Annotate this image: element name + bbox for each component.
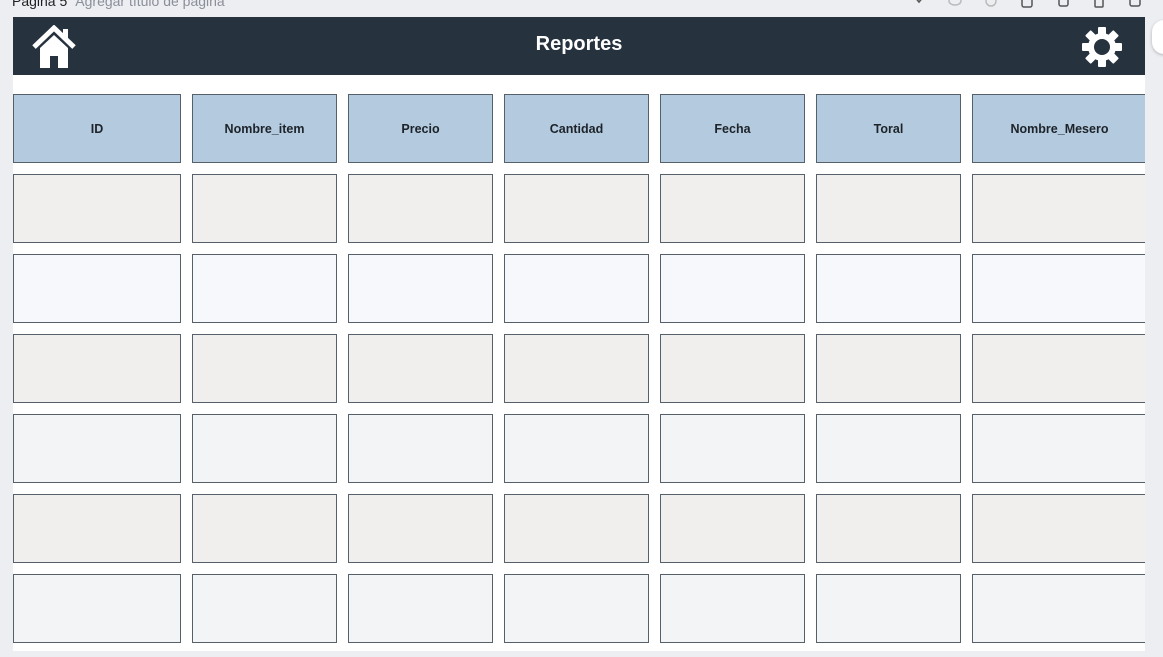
table-cell[interactable] xyxy=(13,494,181,563)
column-header[interactable]: ID xyxy=(13,94,181,163)
column-header[interactable]: Nombre_Mesero xyxy=(972,94,1145,163)
table-cell[interactable] xyxy=(504,414,649,483)
table-cell[interactable] xyxy=(972,174,1145,243)
table-cell[interactable] xyxy=(972,414,1145,483)
design-page: Reportes ID Nombre_item Precio Cantidad Fech… xyxy=(13,17,1145,651)
duplicate-page-icon[interactable] xyxy=(1055,0,1071,8)
table-cell[interactable] xyxy=(972,494,1145,563)
table-cell[interactable] xyxy=(348,574,493,643)
page-title: Reportes xyxy=(535,33,623,55)
table-cell[interactable] xyxy=(192,574,337,643)
table-cell[interactable] xyxy=(348,494,493,563)
page-toolbar xyxy=(911,0,1143,8)
column-header[interactable]: Cantidad xyxy=(504,94,649,163)
side-panel-handle[interactable] xyxy=(1152,20,1163,54)
table-cell[interactable] xyxy=(13,174,181,243)
table-cell[interactable] xyxy=(816,494,961,563)
table-cell[interactable] xyxy=(816,574,961,643)
table-cell[interactable] xyxy=(660,414,805,483)
table-cell[interactable] xyxy=(816,334,961,403)
column-header[interactable]: Precio xyxy=(348,94,493,163)
table-cell[interactable] xyxy=(816,254,961,323)
table-cell[interactable] xyxy=(192,254,337,323)
column-header[interactable]: Nombre_item xyxy=(192,94,337,163)
gear-icon[interactable] xyxy=(1081,26,1123,68)
delete-page-icon[interactable] xyxy=(1091,0,1107,8)
table-cell[interactable] xyxy=(13,414,181,483)
table-cell[interactable] xyxy=(504,254,649,323)
table-cell[interactable] xyxy=(660,334,805,403)
table-cell[interactable] xyxy=(972,254,1145,323)
table-cell[interactable] xyxy=(660,574,805,643)
table-cell[interactable] xyxy=(13,334,181,403)
page-label: Página 5 Agregar título de página xyxy=(12,0,225,9)
table-cell[interactable] xyxy=(816,174,961,243)
table-cell[interactable] xyxy=(348,334,493,403)
table-cell[interactable] xyxy=(192,494,337,563)
more-icon[interactable] xyxy=(1127,0,1143,8)
table-cell[interactable] xyxy=(13,574,181,643)
table-cell[interactable] xyxy=(504,174,649,243)
hide-icon[interactable] xyxy=(947,0,963,8)
app-header: Reportes xyxy=(13,17,1145,75)
page-title-input[interactable]: Agregar título de página xyxy=(75,0,224,9)
table-cell[interactable] xyxy=(816,414,961,483)
lock-icon[interactable] xyxy=(983,0,999,8)
table-cell[interactable] xyxy=(504,574,649,643)
editor-page-bar: Página 5 Agregar título de página xyxy=(0,0,1163,14)
column-header[interactable]: Toral xyxy=(816,94,961,163)
table-cell[interactable] xyxy=(972,574,1145,643)
table-cell[interactable] xyxy=(660,494,805,563)
add-page-icon[interactable] xyxy=(1019,0,1035,8)
table-cell[interactable] xyxy=(13,254,181,323)
table-cell[interactable] xyxy=(504,334,649,403)
table-cell[interactable] xyxy=(660,254,805,323)
column-header[interactable]: Fecha xyxy=(660,94,805,163)
table-cell[interactable] xyxy=(348,254,493,323)
table-cell[interactable] xyxy=(192,334,337,403)
table-cell[interactable] xyxy=(192,414,337,483)
table-cell[interactable] xyxy=(348,414,493,483)
table-cell[interactable] xyxy=(348,174,493,243)
collapse-icon[interactable] xyxy=(911,0,927,8)
table-cell[interactable] xyxy=(504,494,649,563)
table-cell[interactable] xyxy=(972,334,1145,403)
page-number-label: Página 5 xyxy=(12,0,68,9)
table-cell[interactable] xyxy=(660,174,805,243)
table-cell[interactable] xyxy=(192,174,337,243)
